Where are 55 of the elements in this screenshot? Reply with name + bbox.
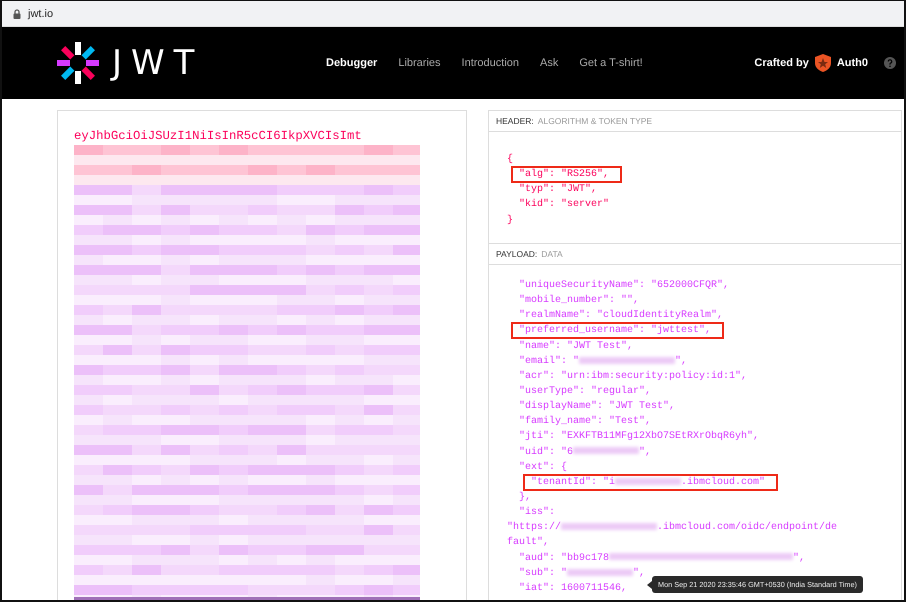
blurred-text <box>615 478 682 485</box>
code-text: "iat": 1600711546, <box>519 582 628 594</box>
token-text: eyJhbGciOiJSUzI1NiIsInR5cCI6IkpXVCIsImt <box>74 129 363 143</box>
code-text: "iss": <box>519 507 556 518</box>
code-text: ", <box>639 446 652 458</box>
code-text: "userType": "regular", <box>519 386 652 397</box>
section-title: HEADER: <box>496 116 534 126</box>
code-text: "email": " <box>519 356 580 367</box>
nav-link[interactable]: Ask <box>540 57 558 69</box>
code-text: "tenantId": "i <box>531 476 616 488</box>
code-text: }, <box>519 492 532 503</box>
nav-link[interactable]: Debugger <box>326 57 378 69</box>
encoded-panel[interactable]: eyJhbGciOiJSUzI1NiIsInR5cCI6IkpXVCIsImt <box>57 110 467 600</box>
code-text: "name": "JWT Test", <box>519 340 634 352</box>
logo-text: JWT <box>112 43 204 83</box>
code-text: ", <box>675 356 688 367</box>
code-text: ", <box>633 568 646 579</box>
nav-link[interactable]: Libraries <box>398 57 441 69</box>
code-text: "kid": "server" <box>519 199 610 210</box>
code-text: .ibmcloud.com/oidc/endpoint/de <box>657 522 838 534</box>
blurred-text <box>567 568 634 576</box>
code-text: "family_name": "Test", <box>519 416 652 428</box>
shield-icon <box>814 54 831 72</box>
code-text: "uniqueSecurityName": "652000CFQR", <box>519 280 730 291</box>
code-text: "jti": "EXKFTB11MFg12XbO7SEtRXrObqR6yh", <box>519 431 760 442</box>
code-text: "acr": "urn:ibm:security:policy:id:1", <box>519 370 748 382</box>
code-text: "uid": "6 <box>519 446 574 458</box>
code-text: "mobile_number": "", <box>519 295 640 306</box>
nav-link[interactable]: Get a T-shirt! <box>579 57 643 69</box>
code-text: "displayName": "JWT Test", <box>519 401 676 412</box>
section-subtitle: DATA <box>541 249 563 259</box>
logo-icon <box>56 41 100 85</box>
nav-link[interactable]: Introduction <box>462 57 520 69</box>
crafted-by-text: Crafted by <box>754 57 809 69</box>
code-text: "aud": "bb9c178 <box>519 552 610 564</box>
lock-icon <box>13 8 21 18</box>
brand-link[interactable]: Auth0 <box>836 57 868 69</box>
code-text: fault", <box>507 537 550 548</box>
code-text: { <box>507 154 514 165</box>
header-editor[interactable]: { "alg": "RS256", "typ": "JWT", "kid": "server" } <box>489 132 901 244</box>
code-text: "typ": "JWT", <box>519 184 598 196</box>
section-subtitle: ALGORITHM & TOKEN TYPE <box>538 116 652 126</box>
code-text: } <box>507 214 514 226</box>
help-icon[interactable] <box>884 57 896 69</box>
url-text[interactable]: jwt.io <box>28 8 54 20</box>
section-title: PAYLOAD: <box>496 249 538 259</box>
code-text: .ibmcloud.com" <box>681 476 766 488</box>
code-text: ", <box>793 552 806 564</box>
code-text: "preferred_username": "jwttest", <box>519 325 712 336</box>
code-text: "https:// <box>507 522 562 534</box>
code-text: "realmName": "cloudIdentityRealm", <box>519 310 724 322</box>
code-text: "ext": { <box>519 462 568 473</box>
code-text: "sub": " <box>519 568 568 579</box>
code-text: "alg": "RS256", <box>519 169 610 180</box>
blurred-text <box>573 447 640 454</box>
